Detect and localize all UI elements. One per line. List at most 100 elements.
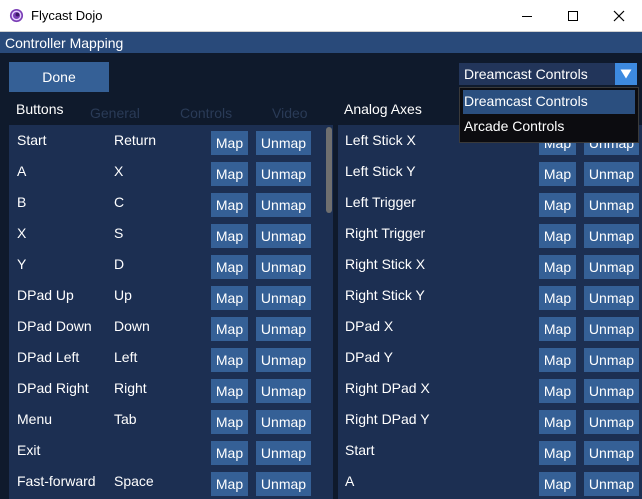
button-mapping-key: Tab — [114, 411, 137, 427]
button-mapping-key: Up — [114, 287, 132, 303]
map-button[interactable]: Map — [539, 472, 576, 496]
axis-mapping-row: DPad Y Map Unmap — [338, 344, 642, 375]
map-button[interactable]: Map — [211, 255, 248, 279]
map-button[interactable]: Map — [211, 472, 248, 496]
map-button[interactable]: Map — [211, 131, 248, 155]
map-button[interactable]: Map — [211, 224, 248, 248]
button-mapping-key: S — [114, 225, 124, 241]
button-mapping-key: Left — [114, 349, 138, 365]
button-mapping-key: X — [114, 163, 124, 179]
unmap-button[interactable]: Unmap — [584, 379, 639, 403]
axis-mapping-name: Right Trigger — [345, 225, 426, 241]
buttons-section-title: Buttons — [16, 101, 64, 117]
window-title-bar[interactable]: Flycast Dojo — [0, 0, 642, 32]
unmap-button[interactable]: Unmap — [584, 410, 639, 434]
done-button[interactable]: Done — [9, 62, 109, 92]
map-button[interactable]: Map — [539, 193, 576, 217]
axis-mapping-name: Right Stick X — [345, 256, 426, 272]
map-button[interactable]: Map — [211, 193, 248, 217]
unmap-button[interactable]: Unmap — [256, 286, 311, 310]
profile-select-value: Dreamcast Controls — [464, 66, 588, 82]
maximize-icon — [568, 10, 578, 21]
unmap-button[interactable]: Unmap — [584, 162, 639, 186]
map-button[interactable]: Map — [539, 286, 576, 310]
minimize-button[interactable] — [504, 0, 550, 31]
map-button[interactable]: Map — [539, 379, 576, 403]
map-button[interactable]: Map — [211, 441, 248, 465]
map-button[interactable]: Map — [539, 162, 576, 186]
map-button[interactable]: Map — [211, 317, 248, 341]
map-button[interactable]: Map — [211, 286, 248, 310]
button-mapping-key: D — [114, 256, 125, 272]
unmap-button[interactable]: Unmap — [584, 348, 639, 372]
profile-option-dreamcast[interactable]: Dreamcast Controls — [463, 90, 635, 114]
button-mapping-name: DPad Left — [17, 349, 80, 365]
button-mapping-name: Exit — [17, 442, 41, 458]
axis-mapping-row: Right DPad Y Map Unmap — [338, 406, 642, 437]
unmap-button[interactable]: Unmap — [584, 255, 639, 279]
axis-mapping-row: Start Map Unmap — [338, 437, 642, 468]
buttons-list[interactable]: Start Return Map Unmap A X Map Unmap B C Map Unmap X… — [9, 125, 333, 499]
map-button[interactable]: Map — [211, 410, 248, 434]
map-button[interactable]: Map — [539, 224, 576, 248]
button-mapping-name: Start — [17, 132, 47, 148]
button-mapping-row: DPad Right Right Map Unmap — [9, 375, 333, 406]
profile-option-label: Arcade Controls — [464, 118, 565, 134]
button-mapping-name: A — [17, 163, 27, 179]
unmap-button[interactable]: Unmap — [256, 193, 311, 217]
axis-mapping-row: Right Stick X Map Unmap — [338, 251, 642, 282]
map-button[interactable]: Map — [539, 255, 576, 279]
profile-select-arrow[interactable] — [615, 63, 637, 85]
unmap-button[interactable]: Unmap — [256, 472, 311, 496]
button-mapping-row: DPad Left Left Map Unmap — [9, 344, 333, 375]
profile-option-arcade[interactable]: Arcade Controls — [463, 115, 635, 139]
unmap-button[interactable]: Unmap — [584, 286, 639, 310]
button-mapping-name: X — [17, 225, 27, 241]
unmap-button[interactable]: Unmap — [584, 193, 639, 217]
button-mapping-key: Down — [114, 318, 150, 334]
button-mapping-key: Return — [114, 132, 157, 148]
unmap-button[interactable]: Unmap — [256, 441, 311, 465]
axis-mapping-row: Left Stick Y Map Unmap — [338, 158, 642, 189]
button-mapping-name: Menu — [17, 411, 53, 427]
minimize-icon — [522, 15, 532, 17]
button-mapping-key: C — [114, 194, 125, 210]
unmap-button[interactable]: Unmap — [256, 317, 311, 341]
button-mapping-key: Right — [114, 380, 147, 396]
maximize-button[interactable] — [550, 0, 596, 31]
profile-select[interactable]: Dreamcast Controls — [459, 63, 637, 85]
map-button[interactable]: Map — [539, 410, 576, 434]
axis-mapping-name: Right DPad X — [345, 380, 430, 396]
analog-axes-list[interactable]: Left Stick X Map Unmap Left Stick Y Map Unmap… — [338, 125, 642, 499]
unmap-button[interactable]: Unmap — [256, 162, 311, 186]
map-button[interactable]: Map — [211, 379, 248, 403]
map-button[interactable]: Map — [211, 348, 248, 372]
map-button[interactable]: Map — [539, 317, 576, 341]
close-button[interactable] — [596, 0, 642, 31]
map-button[interactable]: Map — [539, 441, 576, 465]
button-mapping-row: Menu Tab Map Unmap — [9, 406, 333, 437]
axis-mapping-row: A Map Unmap — [338, 468, 642, 499]
axis-mapping-row: Right Trigger Map Unmap — [338, 220, 642, 251]
unmap-button[interactable]: Unmap — [256, 348, 311, 372]
profile-option-label: Dreamcast Controls — [464, 93, 588, 109]
profile-dropdown[interactable]: Dreamcast Controls Arcade Controls — [459, 87, 639, 143]
map-button[interactable]: Map — [211, 162, 248, 186]
unmap-button[interactable]: Unmap — [256, 379, 311, 403]
button-mapping-row: DPad Down Down Map Unmap — [9, 313, 333, 344]
unmap-button[interactable]: Unmap — [256, 131, 311, 155]
unmap-button[interactable]: Unmap — [584, 472, 639, 496]
background-tab-video: Video — [272, 105, 308, 121]
button-mapping-name: DPad Down — [17, 318, 92, 334]
axis-mapping-name: DPad X — [345, 318, 394, 334]
background-tab-controls: Controls — [180, 105, 233, 121]
axis-mapping-name: Right Stick Y — [345, 287, 425, 303]
unmap-button[interactable]: Unmap — [584, 317, 639, 341]
unmap-button[interactable]: Unmap — [584, 224, 639, 248]
unmap-button[interactable]: Unmap — [256, 255, 311, 279]
modal-title: Controller Mapping — [5, 35, 124, 51]
unmap-button[interactable]: Unmap — [584, 441, 639, 465]
unmap-button[interactable]: Unmap — [256, 224, 311, 248]
map-button[interactable]: Map — [539, 348, 576, 372]
unmap-button[interactable]: Unmap — [256, 410, 311, 434]
